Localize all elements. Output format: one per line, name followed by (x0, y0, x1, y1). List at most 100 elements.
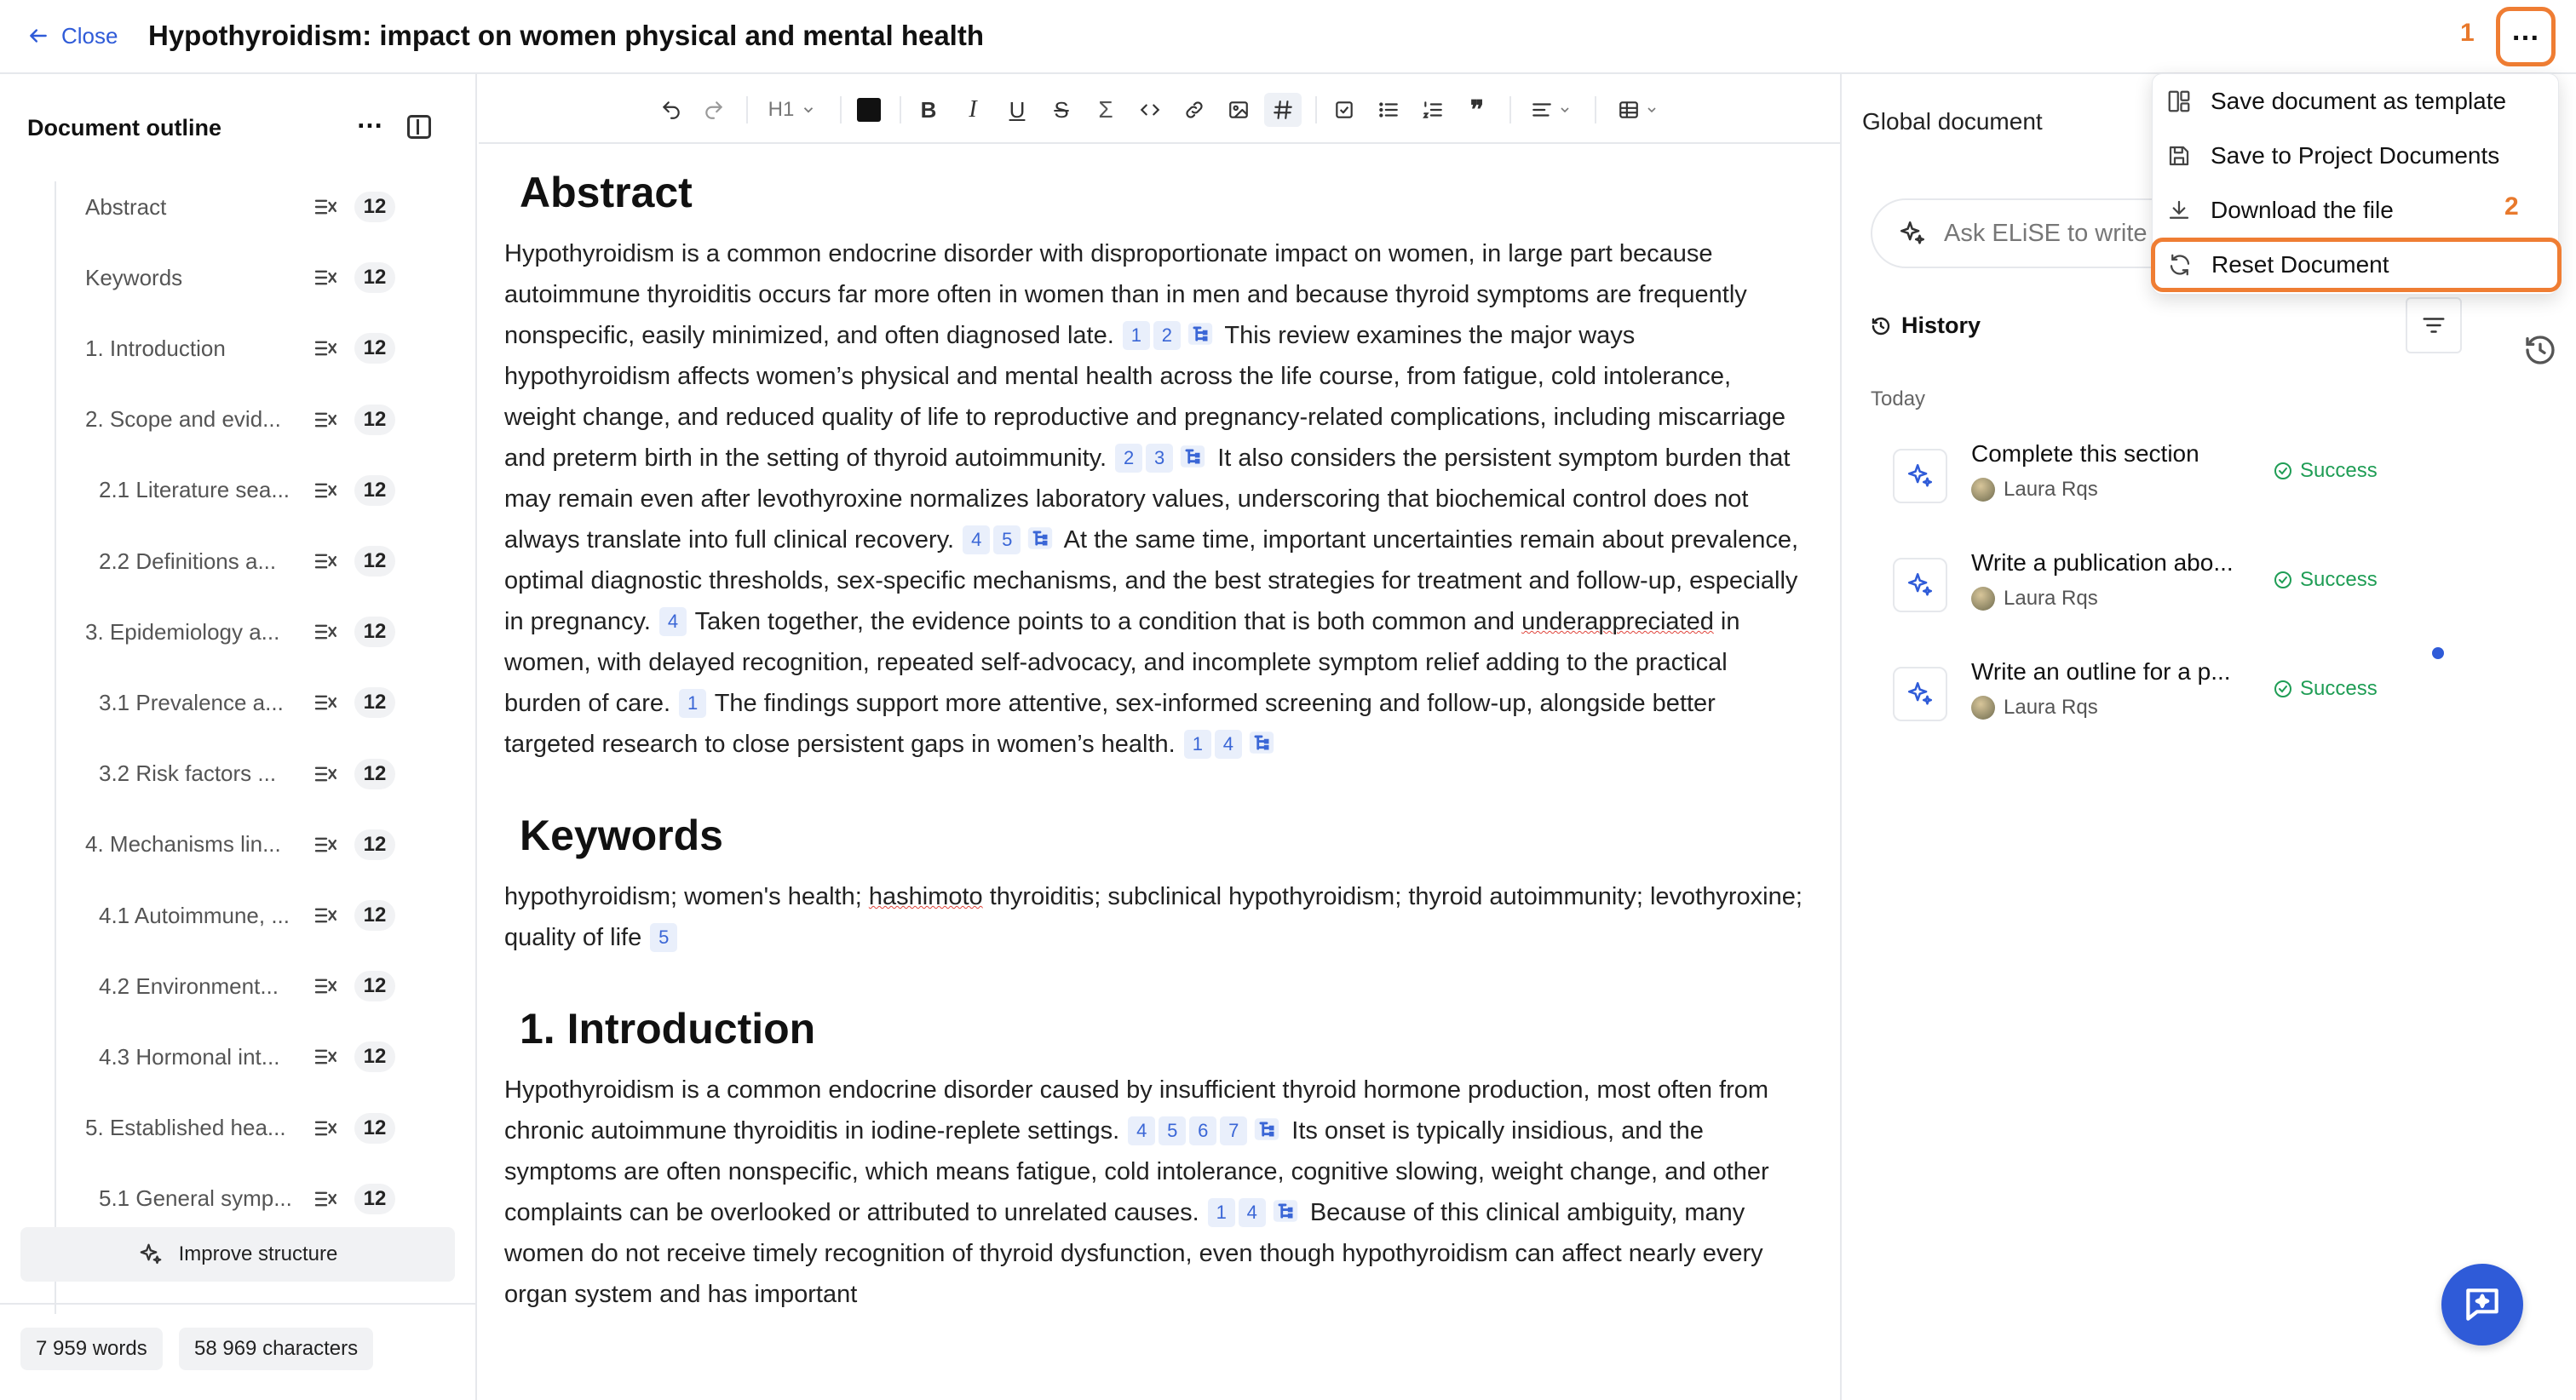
section-status-icon[interactable] (313, 338, 339, 359)
section-status-icon[interactable] (313, 622, 339, 642)
history-filter-button[interactable] (2406, 297, 2462, 353)
menu-item-save-project[interactable]: Save to Project Documents (2153, 129, 2560, 183)
citation-tree-icon[interactable] (1252, 1115, 1281, 1144)
citation-tree-icon[interactable] (1271, 1196, 1300, 1225)
citation-chip[interactable]: 1 (1183, 730, 1211, 759)
document-title: Hypothyroidism: impact on women physical… (148, 20, 984, 51)
section-status-icon[interactable] (313, 692, 339, 713)
citation-chip[interactable]: 6 (1189, 1116, 1217, 1145)
strikethrough-button[interactable]: S (1044, 93, 1078, 127)
menu-item-reset-document[interactable]: Reset Document (2151, 238, 2562, 292)
sparkle-icon (1900, 221, 1925, 244)
citation-chip[interactable]: 1 (1207, 1198, 1235, 1227)
outline-item[interactable]: 4.2 Environment... 12 (58, 961, 450, 1012)
image-button[interactable] (1222, 93, 1256, 127)
section-status-icon[interactable] (313, 835, 339, 855)
link-button[interactable] (1177, 93, 1211, 127)
table-select[interactable] (1608, 93, 1668, 127)
outline-item[interactable]: 3.2 Risk factors ... 12 (58, 749, 450, 800)
citation-tree-icon[interactable] (1178, 442, 1207, 471)
redo-button[interactable] (697, 93, 731, 127)
citation-chip[interactable]: 5 (993, 525, 1021, 554)
citation-chip[interactable]: 2 (1153, 321, 1181, 350)
history-item[interactable]: Write a publication abo... Laura Rqs Succe… (1893, 549, 2481, 626)
outline-item[interactable]: Keywords 12 (58, 252, 450, 303)
outline-item-label: 3.2 Risk factors ... (99, 760, 277, 787)
undo-button[interactable] (654, 93, 688, 127)
menu-item-download[interactable]: Download the file (2153, 183, 2560, 238)
outline-item[interactable]: 2. Scope and evid... 12 (58, 394, 450, 445)
section-status-icon[interactable] (313, 410, 339, 430)
section-status-icon[interactable] (313, 197, 339, 217)
citation-chip[interactable]: 7 (1220, 1116, 1248, 1145)
more-options-button[interactable]: … (2496, 7, 2556, 66)
italic-button[interactable]: I (956, 93, 990, 127)
outline-item[interactable]: 2.1 Literature sea... 12 (58, 465, 450, 516)
citation-chip[interactable]: 4 (1128, 1116, 1156, 1145)
code-button[interactable] (1133, 93, 1167, 127)
heading-select[interactable]: H1 (760, 93, 825, 127)
citation-chip[interactable]: 4 (1238, 1198, 1266, 1227)
outline-more-icon[interactable]: … (356, 105, 383, 132)
bullet-list-button[interactable] (1371, 93, 1406, 127)
section-status-icon[interactable] (313, 905, 339, 926)
formula-button[interactable]: Σ (1089, 93, 1123, 127)
citation-chip[interactable]: 1 (1122, 321, 1150, 350)
outline-item-count: 12 (354, 829, 395, 860)
document-content[interactable]: Abstract Hypothyroidism is a common endo… (504, 169, 1808, 1315)
chat-assistant-button[interactable] (2441, 1264, 2523, 1345)
outline-item[interactable]: 2.2 Definitions a... 12 (58, 536, 450, 587)
outline-item[interactable]: Abstract 12 (58, 181, 450, 232)
section-status-icon[interactable] (313, 976, 339, 996)
citation-chip[interactable]: 1 (679, 689, 707, 718)
bold-button[interactable]: B (911, 93, 946, 127)
outline-item[interactable]: 5. Established hea... 12 (58, 1103, 450, 1154)
history-item[interactable]: Write an outline for a p... Laura Rqs Succ… (1893, 658, 2481, 735)
section-status-icon[interactable] (313, 1118, 339, 1139)
menu-item-label: Save document as template (2211, 88, 2507, 114)
section-status-icon[interactable] (313, 1189, 339, 1209)
outline-item[interactable]: 4.3 Hormonal int... 12 (58, 1031, 450, 1082)
section-status-icon[interactable] (313, 1047, 339, 1067)
heading-select-value: H1 (768, 98, 795, 121)
citation-chip[interactable]: 4 (1214, 730, 1242, 759)
history-item[interactable]: Complete this section Laura Rqs Success (1893, 440, 2481, 517)
numbered-list-button[interactable] (1416, 93, 1450, 127)
section-status-icon[interactable] (313, 267, 339, 288)
align-select[interactable] (1521, 93, 1581, 127)
citation-chip[interactable]: 4 (659, 607, 687, 636)
document-outline-panel: Document outline … Abstract 12 Keywords 12 1… (0, 74, 477, 1400)
outline-item[interactable]: 5.1 General symp... 12 (58, 1173, 450, 1225)
misspelled-word[interactable]: underappreciated (1521, 608, 1714, 635)
section-status-icon[interactable] (313, 480, 339, 501)
citation-tree-icon[interactable] (1247, 728, 1276, 757)
close-button[interactable]: Close (27, 17, 118, 55)
outline-item[interactable]: 4.1 Autoimmune, ... 12 (58, 890, 450, 941)
citation-chip[interactable]: 5 (1159, 1116, 1187, 1145)
collapse-sidebar-icon[interactable] (407, 115, 431, 139)
menu-item-save-template[interactable]: Save document as template (2153, 74, 2560, 129)
outline-item-label: 4.1 Autoimmune, ... (99, 902, 290, 928)
text-color-button[interactable] (852, 93, 886, 127)
citation-chip[interactable]: 4 (963, 525, 991, 554)
citation-group: 4 (658, 607, 688, 636)
citation-button[interactable] (1264, 93, 1302, 127)
improve-structure-button[interactable]: Improve structure (20, 1227, 455, 1282)
outline-item[interactable]: 3. Epidemiology a... 12 (58, 606, 450, 657)
citation-chip[interactable]: 2 (1115, 444, 1143, 473)
section-status-icon[interactable] (313, 551, 339, 571)
misspelled-word[interactable]: hashimoto (869, 883, 983, 910)
citation-tree-icon[interactable] (1026, 524, 1055, 553)
quote-button[interactable]: ❞ (1460, 93, 1494, 127)
checklist-button[interactable] (1327, 93, 1361, 127)
download-icon (2169, 200, 2189, 219)
underline-button[interactable]: U (1000, 93, 1034, 127)
outline-item[interactable]: 1. Introduction 12 (58, 323, 450, 374)
citation-chip[interactable]: 3 (1146, 444, 1174, 473)
citation-chip[interactable]: 5 (650, 923, 678, 952)
section-status-icon[interactable] (313, 764, 339, 784)
outline-item[interactable]: 3.1 Prevalence a... 12 (58, 677, 450, 728)
version-history-icon[interactable] (2523, 333, 2557, 367)
citation-tree-icon[interactable] (1186, 319, 1215, 348)
outline-item[interactable]: 4. Mechanisms lin... 12 (58, 819, 450, 870)
